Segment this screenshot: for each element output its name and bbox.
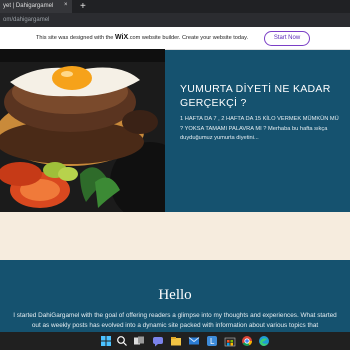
search-icon[interactable] [116,335,128,347]
previous-post-image-edge [0,49,165,62]
post-cover-image[interactable] [0,62,165,212]
address-bar[interactable]: om/dahigargamel [0,13,350,27]
store-icon[interactable] [224,335,236,347]
start-now-button[interactable]: Start Now [264,31,310,46]
tab-title: yet | Dahigargamel [3,3,54,9]
svg-text:L: L [210,337,215,346]
new-tab-button[interactable]: + [80,0,86,13]
chat-icon[interactable] [152,335,164,347]
windows-taskbar: L [0,332,350,350]
post-excerpt: 1 HAFTA DA 7 , 2 HAFTA DA 15 KİLO VERMEK… [180,116,339,142]
file-explorer-icon[interactable] [170,335,182,347]
cream-divider-section [0,212,350,260]
about-text: I started DahiGargamel with the goal of … [13,312,337,329]
url-text[interactable]: om/dahigargamel [3,17,49,23]
wix-banner: This site was designed with the WiX.com … [0,27,350,50]
banner-text-after: .com website builder. Create your websit… [128,35,249,41]
post-card[interactable]: YUMURTA DİYETİ NE KADAR GERÇEKÇİ ? 1 HAF… [165,62,350,212]
photos-icon[interactable]: L [206,335,218,347]
banner-text-before: This site was designed with the [36,35,115,41]
banner-text: This site was designed with the WiX.com … [36,34,248,41]
chrome-icon[interactable] [241,335,253,347]
about-section: Hello I started DahiGargamel with the go… [0,260,350,335]
edge-icon[interactable] [258,335,270,347]
windows-start-icon[interactable] [100,335,112,347]
about-title: Hello [158,287,192,303]
close-tab-icon[interactable]: × [64,2,68,8]
burger-photo-illustration [0,62,165,212]
task-view-icon[interactable] [133,335,145,347]
wix-logo: WiX [114,34,129,41]
browser-tab[interactable]: yet | Dahigargamel × [0,0,72,13]
browser-tab-bar: yet | Dahigargamel × + [0,0,350,13]
mail-icon[interactable] [188,335,200,347]
post-title[interactable]: YUMURTA DİYETİ NE KADAR GERÇEKÇİ ? [180,82,345,110]
